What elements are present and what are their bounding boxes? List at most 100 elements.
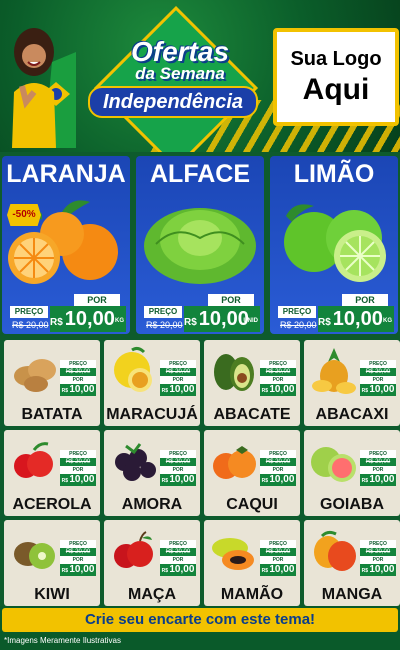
old-price: R$ 20,00 <box>12 320 49 330</box>
preco-label: PREÇO <box>360 360 396 368</box>
price-tag: PREÇO R$ 20,00 POR R$ 10,00 <box>360 540 396 576</box>
price-value: R$ 10,00 <box>160 564 196 576</box>
currency: R$ <box>318 317 331 328</box>
product-card-maracujá[interactable]: PREÇO R$ 20,00 POR R$ 10,00 MARACUJÁ <box>104 340 200 426</box>
persimmon-icon <box>213 446 256 479</box>
price-tag: R$ 10,00 UNID <box>184 306 260 332</box>
featured-card-alface[interactable]: ALFACE POR PREÇO R$ 20,00 R$ 10,00 UNID <box>136 156 264 334</box>
product-card-manga[interactable]: PREÇO R$ 20,00 POR R$ 10,00 MANGA <box>304 520 400 606</box>
header-banner: Ofertas da Semana Independência Sua Logo… <box>0 0 400 152</box>
price-tag: PREÇO R$ 20,00 POR R$ 10,00 <box>160 450 196 486</box>
preco-label: PREÇO <box>10 306 48 318</box>
product-grid: PREÇO R$ 20,00 POR R$ 10,00 BATATA PREÇO R$ 20… <box>0 338 400 606</box>
footnote: *Imagens Meramente Ilustrativas <box>4 636 121 645</box>
por-label: POR <box>160 466 196 474</box>
price-value: R$ 10,00 <box>360 384 396 396</box>
price-value: 10,00 <box>332 308 383 330</box>
logo-line-2: Aqui <box>302 72 370 106</box>
product-name: GOIABA <box>320 496 384 513</box>
featured-card-limao[interactable]: LIMÃO POR PREÇO R$ 20,00 R$ 10,00 KG <box>270 156 398 334</box>
product-card-caqui[interactable]: PREÇO R$ 20,00 POR R$ 10,00 CAQUI <box>204 430 300 516</box>
price-tag: PREÇO R$ 20,00 POR R$ 10,00 <box>60 540 96 576</box>
preco-label: PREÇO <box>160 450 196 458</box>
passion-fruit-icon <box>114 346 152 392</box>
product-name: MARACUJÁ <box>106 406 198 423</box>
featured-card-laranja[interactable]: LARANJA -50% POR PREÇO R$ 20,00 R$ 10,00 K… <box>2 156 130 334</box>
por-label: POR <box>160 376 196 384</box>
preco-label: PREÇO <box>278 306 316 318</box>
product-name: MAMÃO <box>220 586 284 603</box>
potato-icon <box>14 359 56 392</box>
price-value: R$ 10,00 <box>360 564 396 576</box>
unit: KG <box>383 318 392 324</box>
price-tag: PREÇO R$ 20,00 POR R$ 10,00 <box>260 360 296 396</box>
product-name: AMORA <box>121 496 183 513</box>
por-label: POR <box>208 294 254 306</box>
por-label: POR <box>60 376 96 384</box>
guava-icon <box>311 447 356 482</box>
old-price: R$ 20,00 <box>160 458 196 466</box>
preco-label: PREÇO <box>60 450 96 458</box>
woman-with-flag-illustration <box>12 28 76 148</box>
por-label: POR <box>74 294 120 306</box>
old-price: R$ 20,00 <box>360 548 396 556</box>
preco-label: PREÇO <box>144 306 182 318</box>
discount-badge: -50% <box>7 204 41 226</box>
price-value: 10,00 <box>64 308 115 330</box>
product-name: ABACATE <box>213 406 291 423</box>
product-card-mamão[interactable]: PREÇO R$ 20,00 POR R$ 10,00 MAMÃO <box>204 520 300 606</box>
product-card-goiaba[interactable]: PREÇO R$ 20,00 POR R$ 10,00 GOIABA <box>304 430 400 516</box>
title-line-2: da Semana <box>135 64 225 83</box>
por-label: POR <box>342 294 388 306</box>
product-card-amora[interactable]: PREÇO R$ 20,00 POR R$ 10,00 AMORA <box>104 430 200 516</box>
old-price: R$ 20,00 <box>360 368 396 376</box>
price-value: R$ 10,00 <box>260 384 296 396</box>
unit: KG <box>115 318 124 324</box>
por-label: POR <box>260 556 296 564</box>
price-value: R$ 10,00 <box>60 384 96 396</box>
product-card-kiwi[interactable]: PREÇO R$ 20,00 POR R$ 10,00 KIWI <box>4 520 100 606</box>
old-price: R$ 20,00 <box>60 458 96 466</box>
product-card-batata[interactable]: PREÇO R$ 20,00 POR R$ 10,00 BATATA <box>4 340 100 426</box>
product-name: ABACAXI <box>315 406 389 423</box>
acerola-icon <box>14 442 53 478</box>
price-tag: PREÇO R$ 20,00 POR R$ 10,00 <box>60 450 96 486</box>
por-label: POR <box>360 556 396 564</box>
old-price: R$ 20,00 <box>360 458 396 466</box>
old-price: R$ 20,00 <box>280 320 317 330</box>
price-value: R$ 10,00 <box>260 564 296 576</box>
old-price: R$ 20,00 <box>160 368 196 376</box>
price-tag: PREÇO R$ 20,00 POR R$ 10,00 <box>360 360 396 396</box>
price-value: R$ 10,00 <box>160 474 196 486</box>
product-card-acerola[interactable]: PREÇO R$ 20,00 POR R$ 10,00 ACEROLA <box>4 430 100 516</box>
product-name: BATATA <box>21 406 83 423</box>
price-value: R$ 10,00 <box>60 564 96 576</box>
currency: R$ <box>50 317 63 328</box>
product-card-abacaxi[interactable]: PREÇO R$ 20,00 POR R$ 10,00 ABACAXI <box>304 340 400 426</box>
price-tag: PREÇO R$ 20,00 POR R$ 10,00 <box>260 450 296 486</box>
product-card-maça[interactable]: PREÇO R$ 20,00 POR R$ 10,00 MAÇA <box>104 520 200 606</box>
preco-label: PREÇO <box>360 450 396 458</box>
product-name: MANGA <box>321 586 383 603</box>
product-name: ACEROLA <box>12 496 92 513</box>
por-label: POR <box>60 466 96 474</box>
lettuce-icon <box>144 208 256 284</box>
apple-icon <box>114 531 153 568</box>
kiwi-icon <box>14 542 55 569</box>
price-value: R$ 10,00 <box>60 474 96 486</box>
product-name: CAQUI <box>226 496 278 513</box>
preco-label: PREÇO <box>260 540 296 548</box>
price-value: R$ 10,00 <box>360 474 396 486</box>
product-name: LARANJA <box>6 160 126 188</box>
price-value: R$ 10,00 <box>160 384 196 396</box>
unit: UNID <box>243 318 258 324</box>
price-tag: PREÇO R$ 20,00 POR R$ 10,00 <box>160 540 196 576</box>
product-card-abacate[interactable]: PREÇO R$ 20,00 POR R$ 10,00 ABACATE <box>204 340 300 426</box>
logo-placeholder[interactable]: Sua Logo Aqui <box>273 28 399 126</box>
avocado-icon <box>214 354 254 391</box>
preco-label: PREÇO <box>60 540 96 548</box>
old-price: R$ 20,00 <box>260 368 296 376</box>
blackberry-icon <box>115 443 156 481</box>
price-tag: PREÇO R$ 20,00 POR R$ 10,00 <box>160 360 196 396</box>
cta-banner[interactable]: Crie seu encarte com este tema! <box>2 608 398 632</box>
